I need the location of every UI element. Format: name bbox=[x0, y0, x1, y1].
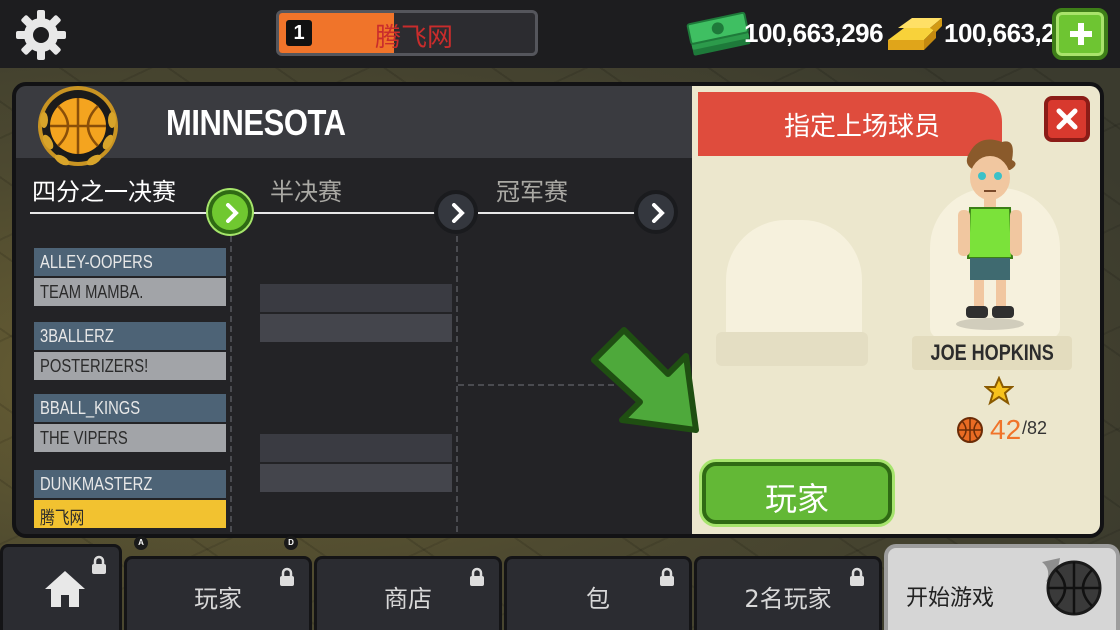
chevron-right-icon bbox=[452, 203, 465, 223]
player-name-tag: JOE HOPKINS bbox=[912, 336, 1072, 370]
semifinal-slot-empty bbox=[260, 284, 452, 312]
tutorial-arrow-icon bbox=[591, 327, 699, 433]
tab-players[interactable]: 玩家 bbox=[124, 556, 312, 630]
add-currency-button[interactable] bbox=[1052, 8, 1108, 60]
player-rank: 1 bbox=[286, 20, 312, 46]
cash-amount: 100,663,296 bbox=[744, 18, 884, 48]
badge-a: A bbox=[134, 536, 148, 550]
city-title: MINNESOTA bbox=[166, 102, 346, 143]
tab-packs[interactable]: 包 bbox=[504, 556, 692, 630]
home-tab[interactable] bbox=[0, 544, 122, 630]
bracket-line bbox=[230, 236, 232, 532]
team-slot: DUNKMASTERZ bbox=[34, 470, 226, 498]
team-slot: POSTERIZERS! bbox=[34, 352, 226, 380]
start-game-label: 开始游戏 bbox=[906, 586, 995, 611]
round-quarterfinal[interactable]: 四分之一决赛 bbox=[32, 172, 176, 207]
round-final-button[interactable] bbox=[634, 190, 678, 234]
player-name: 腾飞网 bbox=[375, 23, 454, 53]
lock-icon bbox=[850, 567, 864, 586]
lock-icon bbox=[92, 555, 106, 574]
team-slot: 3BALLERZ bbox=[34, 322, 226, 350]
tab-two-players[interactable]: 2名玩家 bbox=[694, 556, 882, 630]
close-icon bbox=[1056, 108, 1078, 130]
gold-icon bbox=[888, 18, 942, 50]
basketball-icon bbox=[1042, 558, 1102, 616]
tab-shop[interactable]: 商店 bbox=[314, 556, 502, 630]
badge-d: D bbox=[284, 536, 298, 550]
semifinal-slot-empty bbox=[260, 314, 452, 342]
round-divider bbox=[252, 212, 436, 214]
team-slot: THE VIPERS bbox=[34, 424, 226, 452]
basketball-trophy-emblem bbox=[38, 86, 118, 166]
lock-icon bbox=[660, 567, 674, 586]
player-character bbox=[956, 139, 1024, 330]
lock-icon bbox=[280, 567, 294, 586]
top-bar: 1 腾飞网 100,663,296 100,663,29 bbox=[0, 0, 1120, 68]
lock-icon bbox=[470, 567, 484, 586]
player-profile-bar[interactable]: 1 腾飞网 bbox=[276, 10, 538, 56]
team-slot: TEAM MAMBA. bbox=[34, 278, 226, 306]
round-divider bbox=[478, 212, 638, 214]
round-quarterfinal-button[interactable] bbox=[208, 190, 252, 234]
start-game-button[interactable]: 开始游戏 bbox=[884, 544, 1120, 630]
round-semifinal-button[interactable] bbox=[434, 190, 478, 234]
chevron-right-icon bbox=[652, 203, 665, 223]
basketball-icon bbox=[957, 417, 983, 443]
round-final[interactable]: 冠军赛 bbox=[496, 172, 568, 207]
semifinal-slot-empty bbox=[260, 434, 452, 462]
team-slot: BBALL_KINGS bbox=[34, 394, 226, 422]
round-divider bbox=[30, 212, 226, 214]
empty-player-pedestal bbox=[716, 332, 868, 366]
chevron-right-icon bbox=[226, 203, 239, 223]
plus-icon bbox=[1070, 23, 1092, 45]
team-slot-player: 腾飞网 bbox=[34, 500, 226, 528]
close-button[interactable] bbox=[1044, 96, 1090, 142]
round-semifinal[interactable]: 半决赛 bbox=[270, 172, 342, 207]
play-button-label: 玩家 bbox=[764, 480, 829, 518]
empty-player-slot[interactable] bbox=[726, 220, 862, 348]
player-rating: 42 bbox=[990, 414, 1022, 445]
lineup-card: 指定上场球员 JOE HOPKINS 42 /82 玩家 bbox=[692, 86, 1100, 534]
gear-icon[interactable] bbox=[14, 8, 68, 62]
play-button[interactable]: 玩家 bbox=[702, 462, 892, 524]
home-icon bbox=[45, 571, 85, 607]
lineup-card-title: 指定上场球员 bbox=[784, 112, 941, 142]
semifinal-slot-empty bbox=[260, 464, 452, 492]
star-icon bbox=[984, 376, 1014, 406]
player-rating-max: /82 bbox=[1022, 418, 1048, 438]
gold-amount: 100,663,29 bbox=[944, 18, 1070, 48]
team-slot: ALLEY-OOPERS bbox=[34, 248, 226, 276]
